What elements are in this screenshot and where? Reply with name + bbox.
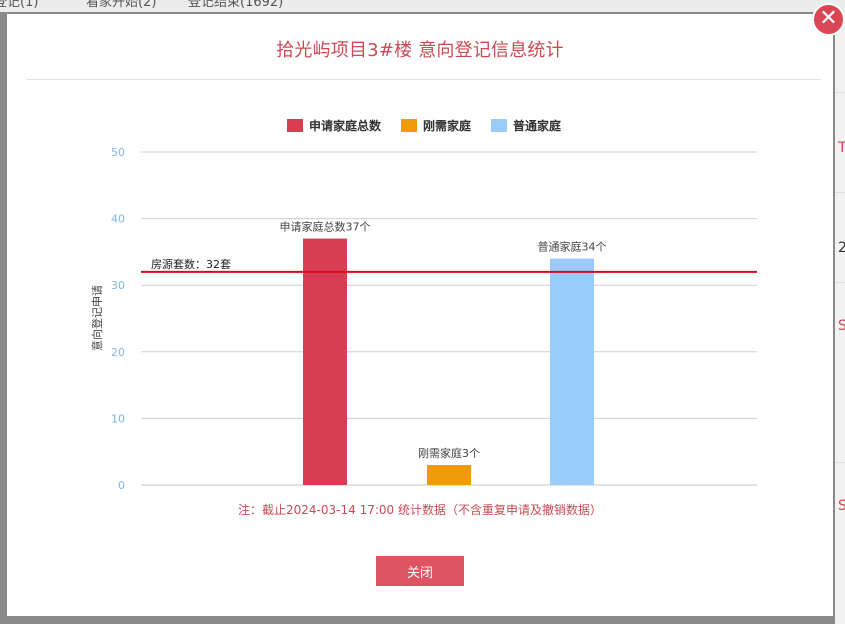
y-tick-label: 0	[118, 479, 125, 492]
background-divider	[835, 462, 845, 463]
bar-data-label: 申请家庭总数37个	[280, 220, 371, 234]
y-tick-label: 20	[111, 346, 125, 359]
background-edge-text: T	[838, 140, 845, 156]
background-status-item: 看家开始(2)	[86, 0, 157, 10]
bar-data-label: 普通家庭34个	[538, 240, 607, 254]
y-tick-label: 30	[111, 279, 125, 292]
statistics-modal: 拾光屿项目3#楼 意向登记信息统计 申请家庭总数 刚需家庭 普通家庭 0 10 20…	[7, 14, 833, 616]
background-status-item: 登记结束(1692)	[188, 0, 284, 10]
y-tick-label: 50	[111, 146, 125, 159]
background-divider	[835, 192, 845, 193]
bar-2	[550, 258, 594, 485]
bar-data-label: 刚需家庭3个	[418, 446, 480, 460]
close-button[interactable]: 关闭	[376, 556, 464, 586]
statistics-note: 注：截止2024-03-14 17:00 统计数据（不含重复申请及撤销数据）	[238, 503, 602, 517]
background-page-edge: T 2 S S	[835, 12, 845, 624]
bar-0	[303, 238, 347, 485]
background-edge-text: S	[838, 318, 845, 334]
y-tick-label: 10	[111, 412, 125, 425]
background-divider	[835, 92, 845, 93]
bar-chart: 0 10 20 30 40 50 意向登记申请 申请家庭总数37个刚需家庭3个 普通家庭34个房…	[90, 146, 757, 492]
background-divider	[835, 282, 845, 283]
y-axis-label: 意向登记申请	[90, 285, 104, 351]
y-tick-label: 40	[111, 213, 125, 226]
reference-line-label: 房源套数：32套	[151, 257, 231, 271]
bar-1	[427, 465, 471, 485]
background-edge-text: S	[838, 498, 845, 514]
close-icon[interactable]: ✕	[812, 3, 845, 36]
background-status-bar: 登记(1) 看家开始(2) 登记结束(1692)	[0, 0, 845, 12]
background-edge-text: 2	[838, 240, 845, 256]
background-status-item: 登记(1)	[0, 0, 39, 10]
